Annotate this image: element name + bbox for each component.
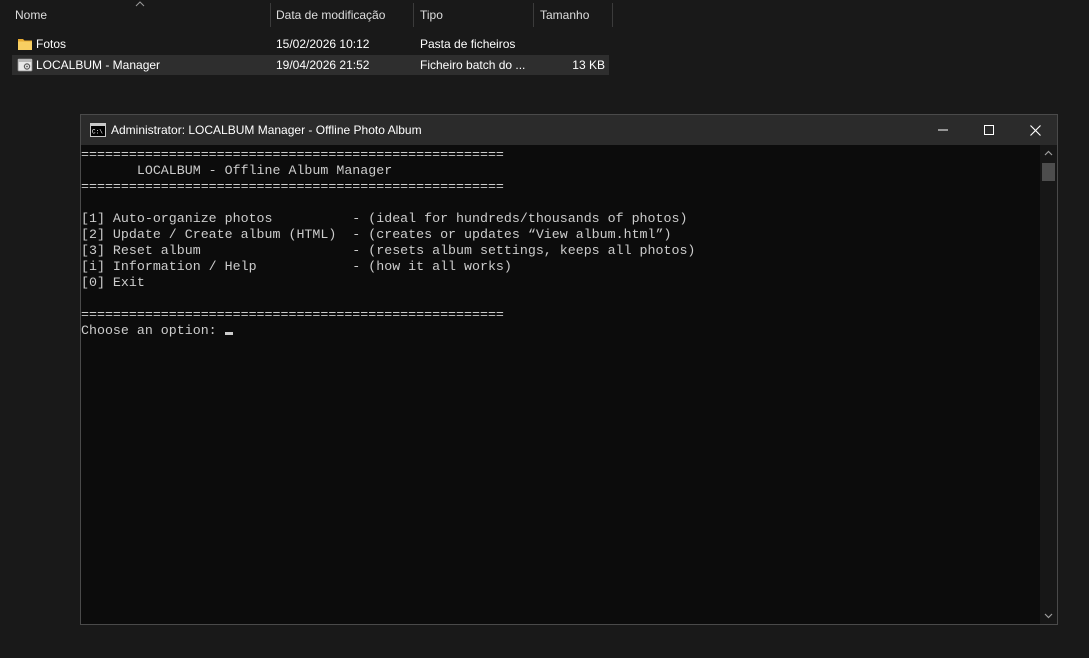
file-row-fotos[interactable]: Fotos 15/02/2026 10:12 Pasta de ficheiro…	[12, 34, 609, 54]
minimize-icon	[938, 129, 948, 131]
file-row-localbum-manager[interactable]: LOCALBUM - Manager 19/04/2026 21:52 Fich…	[12, 55, 609, 75]
console-text: ========================================…	[81, 147, 695, 339]
menu-option-information: [i] Information / Help - (how it all wor…	[81, 259, 512, 274]
folder-icon	[18, 39, 32, 50]
console-scrollbar[interactable]	[1040, 145, 1057, 624]
menu-option-update-album: [2] Update / Create album (HTML) - (crea…	[81, 227, 672, 242]
file-type: Ficheiro batch do ...	[420, 58, 526, 72]
menu-option-auto-organize: [1] Auto-organize photos - (ideal for hu…	[81, 211, 688, 226]
console-line: LOCALBUM - Offline Album Manager	[81, 163, 393, 178]
console-window[interactable]: C:\ Administrator: LOCALBUM Manager - Of…	[80, 114, 1058, 625]
column-header-type[interactable]: Tipo	[414, 0, 534, 28]
file-modified: 15/02/2026 10:12	[276, 37, 370, 51]
file-name: LOCALBUM - Manager	[36, 58, 161, 72]
file-name: Fotos	[36, 37, 67, 51]
close-button[interactable]	[1012, 115, 1058, 145]
scroll-thumb[interactable]	[1042, 163, 1055, 181]
console-title: Administrator: LOCALBUM Manager - Offlin…	[111, 123, 422, 137]
text-cursor[interactable]	[224, 332, 233, 335]
maximize-icon	[984, 125, 994, 135]
column-header-size[interactable]: Tamanho	[534, 0, 613, 28]
console-line: ========================================…	[81, 307, 504, 322]
minimize-button[interactable]	[920, 115, 966, 145]
column-header-bar: Nome Data de modificação Tipo Tamanho	[0, 0, 620, 30]
svg-text:C:\: C:\	[92, 129, 103, 136]
menu-option-reset-album: [3] Reset album - (resets album settings…	[81, 243, 696, 258]
command-prompt-icon: C:\	[90, 123, 106, 137]
column-header-modified[interactable]: Data de modificação	[270, 0, 413, 28]
console-line: ========================================…	[81, 179, 504, 194]
batch-file-icon	[17, 58, 33, 72]
console-titlebar[interactable]: C:\ Administrator: LOCALBUM Manager - Of…	[81, 115, 1057, 145]
menu-option-exit: [0] Exit	[81, 275, 145, 290]
console-output[interactable]: ========================================…	[81, 145, 1041, 624]
console-line: ========================================…	[81, 147, 504, 162]
file-modified: 19/04/2026 21:52	[276, 58, 370, 72]
close-icon	[1029, 124, 1041, 136]
maximize-button[interactable]	[966, 115, 1012, 145]
scroll-up-icon[interactable]	[1044, 149, 1053, 158]
scroll-down-icon[interactable]	[1044, 611, 1053, 620]
file-size: 13 KB	[572, 58, 605, 72]
option-prompt: Choose an option:	[81, 323, 225, 338]
column-divider[interactable]	[612, 3, 613, 27]
file-type: Pasta de ficheiros	[420, 37, 516, 51]
column-header-name[interactable]: Nome	[9, 0, 271, 28]
